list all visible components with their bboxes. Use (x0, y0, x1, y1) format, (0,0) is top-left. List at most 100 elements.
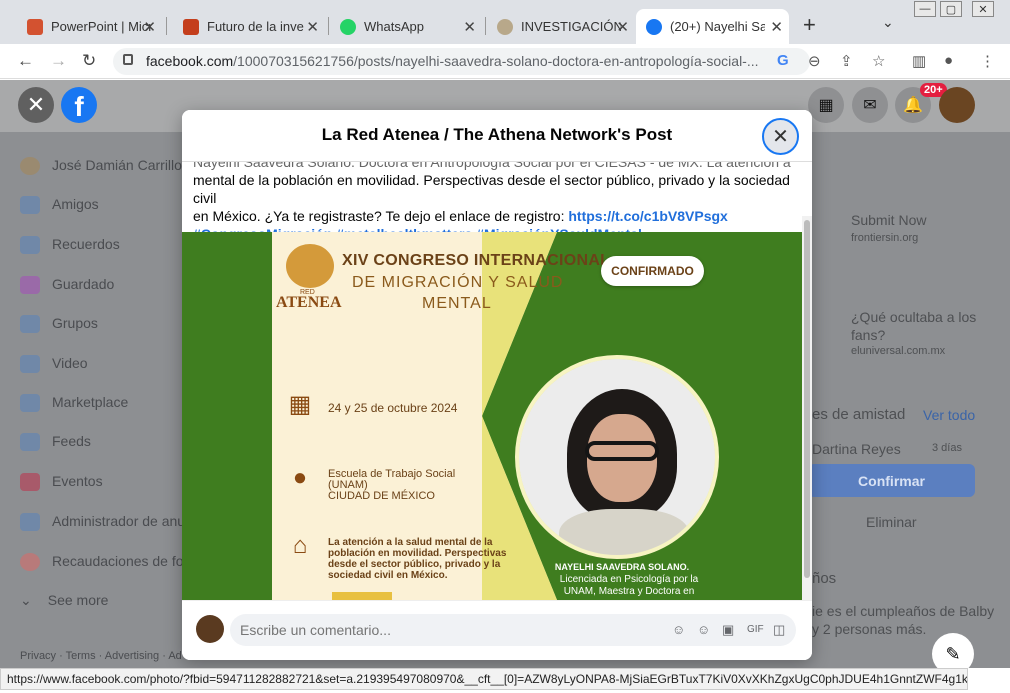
sidebar-item-memories[interactable]: Recuerdos (20, 236, 120, 255)
tab-label: Futuro de la inve (207, 19, 304, 34)
poster-title-line1: XIV CONGRESO INTERNACIONAL (342, 252, 611, 269)
close-viewer-button[interactable]: ✕ (18, 87, 54, 123)
friend-requests-heading: es de amistad (812, 406, 906, 423)
sidebar-item-marketplace[interactable]: Marketplace (20, 394, 128, 413)
close-icon[interactable]: ✕ (463, 18, 476, 36)
sidebar-item-ads-manager[interactable]: Administrador de anu (20, 513, 185, 532)
tab-separator (328, 17, 329, 35)
share-icon[interactable]: ⇪ (840, 52, 853, 70)
video-icon (20, 355, 40, 374)
speaker-description: Licenciada en Psicología por la UNAM, Ma… (559, 574, 699, 597)
ad-title[interactable]: Submit Now (851, 212, 926, 228)
new-tab-button[interactable]: + (803, 12, 816, 38)
close-icon[interactable]: ✕ (616, 18, 629, 36)
birthday-text: y 2 personas más. (812, 621, 927, 637)
post-text-line: en México. ¿Ya te registraste? Te dejo e… (193, 208, 565, 224)
footer-links[interactable]: Privacy · Terms · Advertising · Ad (20, 650, 182, 662)
confirmado-badge: CONFIRMADO (601, 256, 704, 286)
close-icon[interactable]: ✕ (306, 18, 319, 36)
scrollbar-thumb[interactable] (804, 220, 810, 578)
browser-menu-icon[interactable]: ⋮ (980, 52, 995, 70)
side-panel-icon[interactable]: ▥ (912, 52, 926, 70)
sidebar-item-groups[interactable]: Grupos (20, 315, 98, 334)
memories-icon (20, 236, 40, 255)
logo-red-text: RED (300, 289, 315, 296)
minimize-button[interactable]: — (914, 1, 936, 17)
sidebar-item-feeds[interactable]: Feeds (20, 433, 91, 452)
google-translate-icon[interactable]: G (777, 52, 789, 69)
whatsapp-icon (340, 18, 356, 35)
registration-link[interactable]: https://t.co/c1bV8VPsgx (568, 208, 727, 224)
sidebar-item-profile[interactable]: José Damián Carrillo (20, 157, 182, 176)
friends-icon (20, 196, 40, 215)
comment-input[interactable] (240, 620, 660, 640)
sidebar-item-saved[interactable]: Guardado (20, 276, 114, 295)
ad-source: eluniversal.com.mx (851, 345, 946, 357)
sidebar-item-video[interactable]: Video (20, 355, 88, 374)
event-place: CIUDAD DE MÉXICO (328, 490, 435, 502)
messenger-icon[interactable]: ✉ (852, 87, 888, 123)
seal-icon (497, 18, 513, 35)
confirm-button[interactable]: Confirmar (808, 464, 975, 497)
modal-scrollbar[interactable] (802, 216, 812, 600)
profile-icon[interactable]: ● (944, 52, 953, 69)
reload-icon[interactable]: ↻ (82, 51, 96, 71)
url-text[interactable]: facebook.com/100070315621756/posts/nayel… (146, 53, 759, 69)
tab-powerpoint[interactable]: PowerPoint | Micr ✕ (17, 9, 162, 44)
heart-icon (20, 553, 40, 572)
gif-icon[interactable]: GIF (747, 624, 764, 635)
account-avatar[interactable] (939, 87, 975, 123)
bookmark-star-icon[interactable]: ☆ (872, 52, 885, 70)
bookmark-icon (20, 276, 40, 295)
sticker-icon[interactable]: ◫ (773, 622, 785, 638)
maximize-button[interactable]: ▢ (940, 1, 962, 17)
speaker-photo (515, 355, 719, 559)
tab-facebook[interactable]: (20+) Nayelhi Saa ✕ (636, 9, 789, 44)
ad-source: frontiersin.org (851, 232, 919, 244)
poster-title-line3: MENTAL (422, 295, 492, 312)
feeds-icon (20, 433, 40, 452)
close-icon[interactable]: ✕ (143, 18, 156, 36)
sidebar-see-more[interactable]: ⌄ See more (20, 592, 108, 609)
poster-stripe (332, 592, 392, 600)
facebook-logo[interactable]: f (61, 87, 97, 123)
modal-title: La Red Atenea / The Athena Network's Pos… (321, 125, 673, 144)
emoji-icon[interactable]: ☺ (697, 622, 710, 637)
events-icon (20, 473, 40, 492)
tab-separator (166, 17, 167, 35)
see-all-link[interactable]: Ver todo (923, 407, 975, 423)
ad-title[interactable]: ¿Qué ocultaba a los fans? (851, 308, 981, 344)
zoom-icon[interactable]: ⊖ (808, 52, 821, 70)
poster-title-line2: DE MIGRACIÓN Y SALUD (352, 274, 564, 291)
sidebar-item-events[interactable]: Eventos (20, 473, 103, 492)
tab-label: (20+) Nayelhi Saa (670, 19, 765, 34)
tab-search-chevron-icon[interactable]: ⌄ (882, 14, 894, 31)
tab-label: WhatsApp (364, 19, 424, 34)
tab-investigacion[interactable]: INVESTIGACIÓN ✕ (487, 9, 635, 44)
window-close-button[interactable]: ✕ (972, 1, 994, 17)
tab-whatsapp[interactable]: WhatsApp ✕ (330, 9, 482, 44)
atenea-logo-text: ATENEA (276, 294, 342, 311)
comment-box[interactable]: ☺ ☺ ▣ GIF ◫ (230, 614, 796, 646)
back-arrow-icon[interactable]: ← (17, 51, 34, 71)
forward-arrow-icon[interactable]: → (50, 51, 67, 71)
modal-header: La Red Atenea / The Athena Network's Pos… (182, 110, 812, 162)
omnibox[interactable]: facebook.com/100070315621756/posts/nayel… (113, 48, 810, 75)
sidebar-item-fundraisers[interactable]: Recaudaciones de fon (20, 553, 191, 572)
modal-close-button[interactable]: ✕ (762, 118, 799, 155)
sidebar-item-friends[interactable]: Amigos (20, 196, 99, 215)
close-icon[interactable]: ✕ (770, 18, 783, 36)
request-time: 3 días (932, 442, 962, 454)
avatar-sticker-icon[interactable]: ☺ (672, 622, 685, 637)
tab-futuro[interactable]: Futuro de la inve ✕ (173, 9, 325, 44)
menu-grid-icon[interactable]: ▦ (808, 87, 844, 123)
tab-separator (485, 17, 486, 35)
event-topic: La atención a la salud mental de la pobl… (328, 537, 507, 581)
post-image[interactable]: ATENEA RED XIV CONGRESO INTERNACIONAL DE… (182, 232, 802, 600)
birthdays-heading: ños (812, 570, 837, 587)
post-text: Nayelhi Saavedra Solano. Doctora en Antr… (193, 153, 798, 243)
camera-icon[interactable]: ▣ (722, 622, 734, 638)
delete-button[interactable]: Eliminar (866, 514, 917, 530)
tab-label: PowerPoint | Micr (51, 19, 151, 34)
request-name[interactable]: Dartina Reyes (812, 441, 901, 457)
